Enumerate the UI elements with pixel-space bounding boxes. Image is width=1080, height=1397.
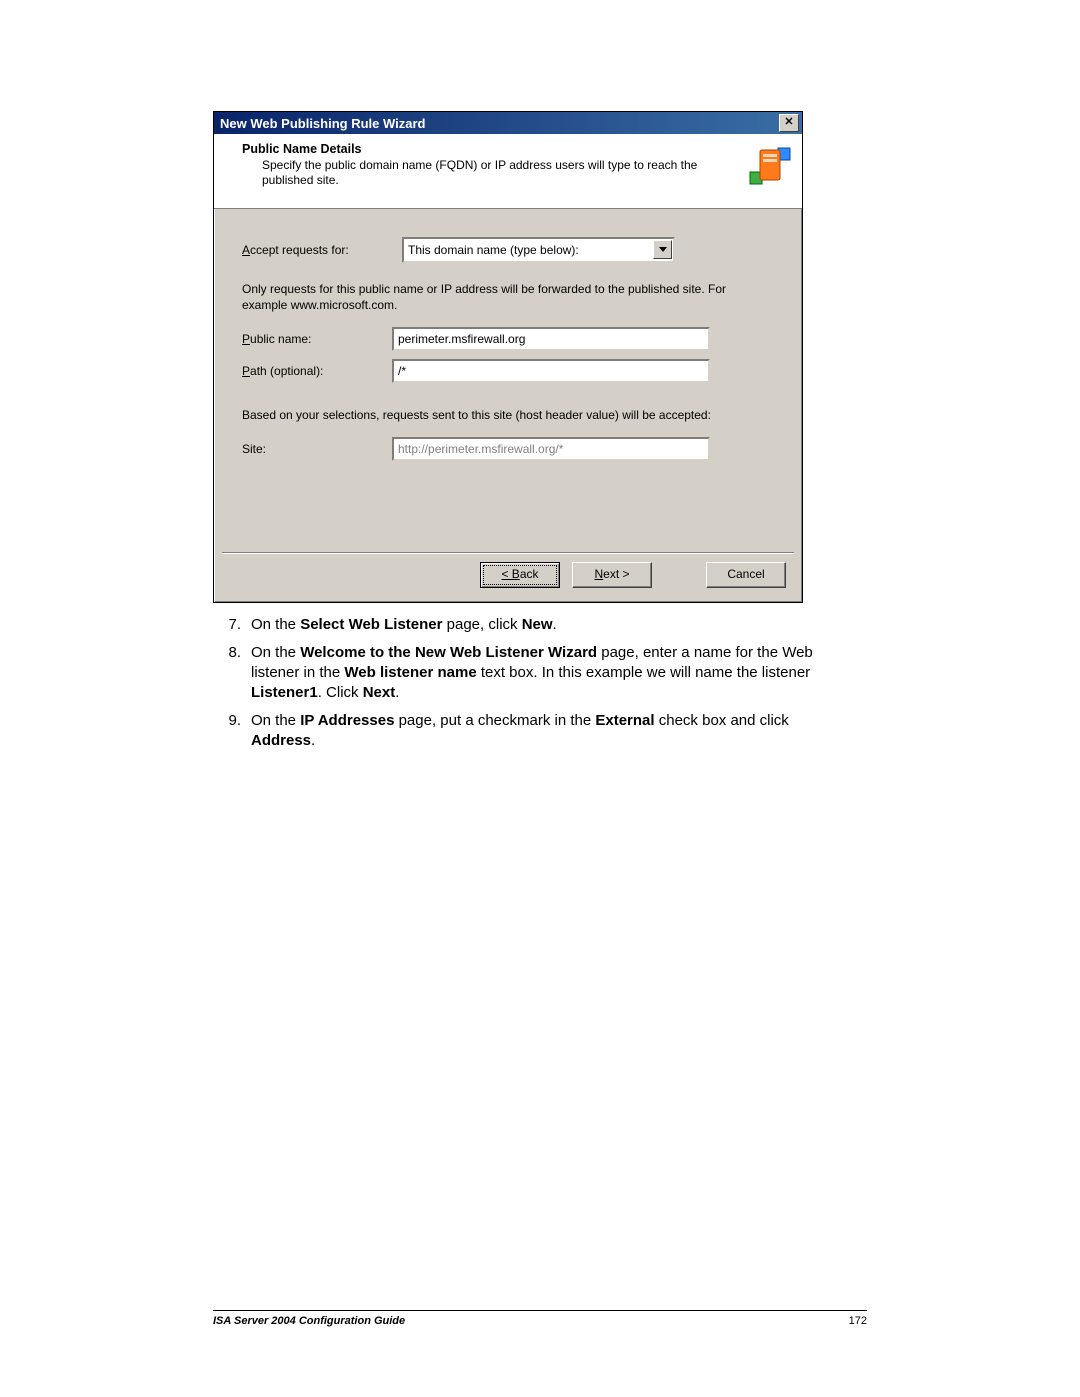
- back-button[interactable]: < Back: [480, 562, 560, 588]
- public-name-input[interactable]: perimeter.msfirewall.org: [392, 327, 710, 351]
- accept-dropdown[interactable]: This domain name (type below):: [402, 237, 675, 263]
- instruction-list: 7. On the Select Web Listener page, clic…: [213, 615, 853, 759]
- path-input[interactable]: /*: [392, 359, 710, 383]
- wizard-dialog: New Web Publishing Rule Wizard ✕ Public …: [213, 111, 803, 603]
- titlebar-text: New Web Publishing Rule Wizard: [220, 116, 426, 131]
- list-item: 7. On the Select Web Listener page, clic…: [213, 615, 853, 635]
- button-row: < Back Next > Cancel: [480, 562, 786, 588]
- path-label: Path (optional):: [242, 364, 392, 378]
- server-icon: [748, 144, 792, 188]
- based-note: Based on your selections, requests sent …: [242, 407, 774, 423]
- cancel-button[interactable]: Cancel: [706, 562, 786, 588]
- header-pane: Public Name Details Specify the public d…: [214, 134, 802, 209]
- list-item: 8. On the Welcome to the New Web Listene…: [213, 643, 853, 703]
- site-label: Site:: [242, 442, 392, 456]
- site-input: http://perimeter.msfirewall.org/*: [392, 437, 710, 461]
- accept-label: Accept requests for:: [242, 243, 392, 257]
- header-subhead: Specify the public domain name (FQDN) or…: [242, 156, 802, 188]
- footer-title: ISA Server 2004 Configuration Guide: [213, 1315, 405, 1327]
- page-footer: ISA Server 2004 Configuration Guide 172: [213, 1310, 867, 1327]
- body-pane: Accept requests for: This domain name (t…: [214, 209, 802, 461]
- accept-value: This domain name (type below):: [408, 243, 579, 257]
- list-item: 9. On the IP Addresses page, put a check…: [213, 711, 853, 751]
- separator: [222, 552, 794, 554]
- close-icon[interactable]: ✕: [779, 114, 799, 132]
- header-heading: Public Name Details: [242, 142, 802, 156]
- next-button[interactable]: Next >: [572, 562, 652, 588]
- titlebar: New Web Publishing Rule Wizard ✕: [214, 112, 802, 134]
- public-name-label: Public name:: [242, 332, 392, 346]
- only-note: Only requests for this public name or IP…: [242, 281, 774, 313]
- chevron-down-icon[interactable]: [653, 240, 672, 259]
- page-number: 172: [849, 1315, 867, 1327]
